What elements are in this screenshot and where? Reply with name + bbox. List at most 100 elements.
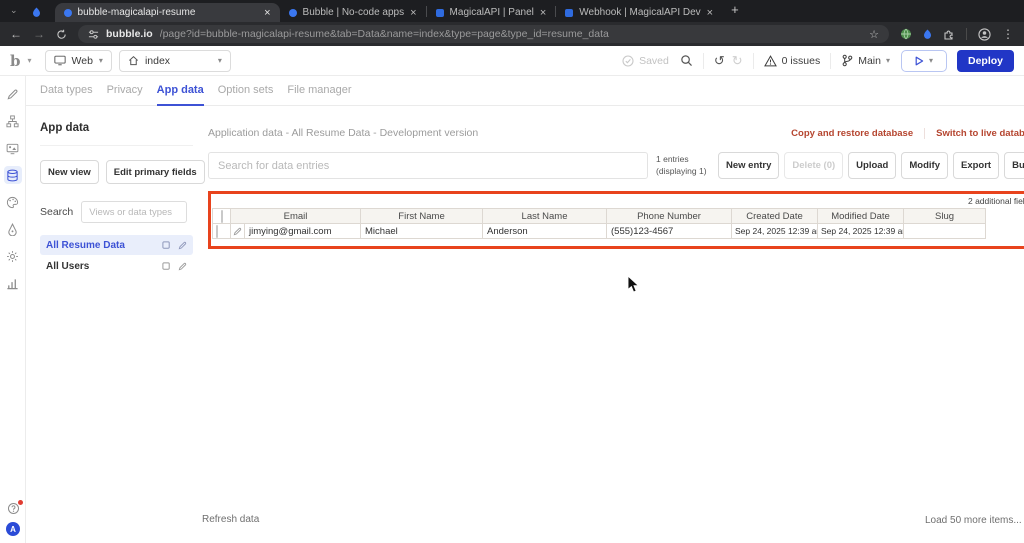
new-entry-button[interactable]: New entry [718, 152, 780, 179]
row-edit-pencil-icon[interactable] [230, 223, 245, 239]
tab-app-data[interactable]: App data [156, 76, 204, 106]
plugins-pen-icon[interactable] [4, 220, 22, 238]
duplicate-icon[interactable] [162, 240, 171, 250]
data-section-tabs: Data types Privacy App data Option sets … [26, 76, 1024, 106]
browser-tab[interactable]: Bubble | No-code apps × [280, 3, 426, 22]
load-more-link[interactable]: Load 50 more items... [925, 515, 1022, 526]
issues-indicator[interactable]: 0 issues [763, 54, 820, 67]
chevron-down-icon: ▾ [928, 56, 933, 65]
user-avatar[interactable]: A [6, 522, 20, 536]
close-icon[interactable]: × [540, 7, 546, 19]
page-dropdown[interactable]: index ▾ [118, 49, 231, 72]
view-item-all-users[interactable]: All Users [40, 256, 193, 276]
help-icon[interactable] [7, 500, 23, 515]
platform-label: Web [71, 54, 93, 67]
cell-modified-date: Sep 24, 2025 12:39 am [817, 223, 905, 239]
tab-option-sets[interactable]: Option sets [218, 76, 274, 106]
table-header-row: Email First Name Last Name Phone Number … [212, 208, 987, 224]
edit-pencil-icon[interactable] [178, 262, 187, 271]
browser-tab-label: Webhook | MagicalAPI Dev [579, 7, 701, 18]
profile-icon[interactable] [978, 27, 991, 41]
branch-selector[interactable]: Main ▾ [841, 54, 890, 67]
new-tab-button[interactable]: + [731, 2, 739, 17]
settings-gear-icon[interactable] [4, 247, 22, 265]
column-header-first-name[interactable]: First Name [360, 208, 484, 224]
preview-button[interactable]: ▾ [900, 49, 947, 72]
address-input[interactable]: bubble.io /page?id=bubble-magicalapi-res… [78, 25, 889, 43]
url-path: /page?id=bubble-magicalapi-resume&tab=Da… [159, 28, 609, 40]
reload-icon[interactable] [56, 29, 67, 40]
cell-created-date: Sep 24, 2025 12:39 am [731, 223, 819, 239]
editor-toolbar: b ▾ Web ▾ index ▾ Saved ↺ ↻ 0 issues Mai… [0, 46, 1024, 76]
workflow-sitemap-icon[interactable] [4, 112, 22, 130]
back-icon[interactable]: ← [10, 28, 22, 40]
entry-action-buttons: New entry Delete (0) Upload Modify Expor… [718, 152, 1024, 179]
close-icon[interactable]: × [264, 7, 270, 19]
edit-primary-fields-button[interactable]: Edit primary fields [105, 160, 205, 184]
pin-extension-icon[interactable] [923, 29, 932, 40]
export-button[interactable]: Export [952, 152, 1000, 179]
modify-button[interactable]: Modify [901, 152, 948, 179]
row-checkbox[interactable] [212, 223, 231, 239]
site-settings-icon[interactable] [88, 29, 99, 40]
close-icon[interactable]: × [410, 7, 416, 19]
browser-tab-active[interactable]: bubble-magicalapi-resume × [54, 3, 280, 22]
column-header-slug[interactable]: Slug [903, 208, 987, 224]
notification-dot [17, 500, 23, 505]
chevron-down-icon[interactable]: ▾ [28, 56, 32, 65]
search-icon[interactable] [680, 54, 693, 67]
column-header-phone-number[interactable]: Phone Number [606, 208, 733, 224]
magicalapi-favicon [435, 8, 444, 17]
platform-dropdown[interactable]: Web ▾ [44, 49, 112, 72]
new-view-button[interactable]: New view [40, 160, 99, 184]
sidebar-buttons: New view Edit primary fields [40, 160, 205, 184]
deploy-button[interactable]: Deploy [956, 49, 1014, 72]
column-header-last-name[interactable]: Last Name [482, 208, 608, 224]
chevron-down-icon: ▾ [98, 56, 103, 65]
extensions-puzzle-icon[interactable] [943, 28, 955, 40]
browser-tab[interactable]: MagicalAPI | Panel × [427, 3, 556, 22]
logs-chart-icon[interactable] [4, 274, 22, 292]
bulk-button[interactable]: Bulk [1004, 152, 1024, 179]
globe-extension-icon[interactable] [900, 28, 912, 40]
redo-icon[interactable]: ↻ [732, 53, 743, 69]
data-entries-search-input[interactable] [208, 152, 648, 179]
column-header-email[interactable]: Email [229, 208, 362, 224]
select-all-checkbox[interactable] [212, 208, 231, 224]
entries-count-line1: 1 entries [656, 154, 689, 165]
data-database-icon[interactable] [3, 166, 22, 184]
undo-icon[interactable]: ↺ [714, 53, 725, 69]
warning-icon [763, 54, 777, 66]
browser-action-icons: ⋮ [900, 27, 1014, 41]
design-pencil-icon[interactable] [4, 85, 22, 103]
views-search-input[interactable] [81, 201, 188, 223]
tab-privacy[interactable]: Privacy [107, 76, 143, 106]
bubble-logo[interactable]: b [10, 52, 21, 70]
upload-button[interactable]: Upload [848, 152, 897, 179]
view-item-all-resume-data[interactable]: All Resume Data [40, 235, 193, 255]
app-data-content: Application data - All Resume Data - Dev… [208, 106, 1024, 276]
bookmark-star-icon[interactable]: ☆ [869, 28, 879, 41]
divider [702, 52, 704, 69]
column-header-modified-date[interactable]: Modified Date [817, 208, 905, 224]
delete-button[interactable]: Delete (0) [784, 152, 844, 179]
switch-live-database-link[interactable]: Switch to live database [936, 128, 1024, 139]
tab-data-types[interactable]: Data types [40, 76, 93, 106]
tab-file-manager[interactable]: File manager [287, 76, 351, 106]
styles-palette-icon[interactable] [4, 193, 22, 211]
window-menu-icon[interactable]: ⌄ [10, 5, 18, 16]
refresh-data-link[interactable]: Refresh data [202, 514, 259, 525]
chevron-down-icon: ▾ [885, 56, 890, 65]
menu-kebab-icon[interactable]: ⋮ [1002, 28, 1014, 40]
copy-restore-database-link[interactable]: Copy and restore database [791, 128, 913, 139]
pages-slideshow-icon[interactable] [4, 139, 22, 157]
column-header-created-date[interactable]: Created Date [731, 208, 819, 224]
edit-pencil-icon[interactable] [178, 241, 187, 250]
duplicate-icon[interactable] [162, 261, 171, 271]
forward-icon[interactable]: → [33, 28, 45, 40]
table-row[interactable]: jimying@gmail.com Michael Anderson (555)… [212, 223, 987, 239]
browser-tab[interactable]: Webhook | MagicalAPI Dev × [556, 3, 722, 22]
database-links: Copy and restore database Switch to live… [791, 127, 1024, 139]
close-icon[interactable]: × [707, 7, 713, 19]
pinned-extension-icon[interactable] [32, 7, 41, 18]
